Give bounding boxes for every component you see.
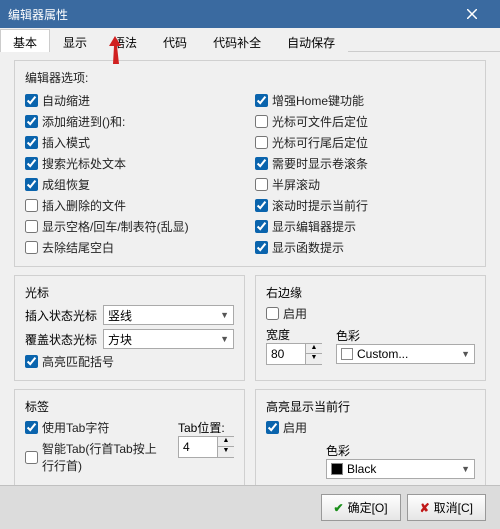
check-icon: ✔ <box>334 501 344 515</box>
cursor-group: 光标 插入状态光标 竖线▼ 覆盖状态光标 方块▼ 高亮匹配括号 <box>14 275 245 381</box>
overwrite-cursor-label: 覆盖状态光标 <box>25 331 97 348</box>
close-button[interactable] <box>452 0 492 28</box>
tab-bar: 基本 显示 语法 代码 代码补全 自动保存 <box>0 28 500 52</box>
annotation-arrow <box>105 36 125 67</box>
option-right-7[interactable]: 显示函数提示 <box>255 239 475 256</box>
margin-heading: 右边缘 <box>266 284 475 301</box>
editor-options-heading: 编辑器选项: <box>25 69 475 86</box>
margin-enable-checkbox[interactable]: 启用 <box>266 305 475 322</box>
ok-button[interactable]: ✔ 确定[O] <box>321 494 401 521</box>
editor-options-group: 编辑器选项: 自动缩进添加缩进到()和: 插入模式搜索光标处文本成组恢复插入删除的… <box>14 60 486 267</box>
close-icon <box>467 9 477 19</box>
highlight-line-heading: 高亮显示当前行 <box>266 398 475 415</box>
tab-group: 标签 使用Tab字符 智能Tab(行首Tab按上行行首) Tab位置: <box>14 389 245 490</box>
spin-down-icon[interactable]: ▼ <box>218 447 234 457</box>
tab-autosave[interactable]: 自动保存 <box>274 29 348 52</box>
highlight-line-enable-checkbox[interactable]: 启用 <box>266 419 475 436</box>
chevron-down-icon: ▼ <box>461 349 470 359</box>
overwrite-cursor-select[interactable]: 方块▼ <box>103 329 234 349</box>
margin-width-spinner[interactable]: ▲▼ <box>266 343 322 365</box>
margin-group: 右边缘 启用 宽度 ▲▼ 色彩 Custom... ▼ <box>255 275 486 381</box>
use-tab-checkbox[interactable]: 使用Tab字符 <box>25 419 168 436</box>
option-right-2[interactable]: 光标可行尾后定位 <box>255 134 475 151</box>
highlight-line-group: 高亮显示当前行 启用 色彩 Black ▼ <box>255 389 486 490</box>
color-swatch-icon <box>341 348 353 360</box>
margin-width-label: 宽度 <box>266 326 322 343</box>
option-right-1[interactable]: 光标可文件后定位 <box>255 113 475 130</box>
insert-cursor-select[interactable]: 竖线▼ <box>103 305 234 325</box>
spin-up-icon[interactable]: ▲ <box>218 437 234 447</box>
tab-code[interactable]: 代码 <box>150 29 200 52</box>
smart-tab-checkbox[interactable]: 智能Tab(行首Tab按上行行首) <box>25 440 168 474</box>
option-right-0[interactable]: 增强Home键功能 <box>255 92 475 109</box>
option-left-5[interactable]: 插入删除的文件 <box>25 197 245 214</box>
cursor-heading: 光标 <box>25 284 234 301</box>
option-left-1[interactable]: 添加缩进到()和: <box>25 113 245 130</box>
chevron-down-icon: ▼ <box>220 334 229 344</box>
highlight-pair-checkbox[interactable]: 高亮匹配括号 <box>25 353 234 370</box>
option-right-4[interactable]: 半屏滚动 <box>255 176 475 193</box>
x-icon: ✘ <box>420 501 430 515</box>
cancel-button[interactable]: ✘ 取消[C] <box>407 494 486 521</box>
option-left-6[interactable]: 显示空格/回车/制表符(乱显) <box>25 218 245 235</box>
option-left-3[interactable]: 搜索光标处文本 <box>25 155 245 172</box>
window-title: 编辑器属性 <box>8 6 68 23</box>
option-left-2[interactable]: 插入模式 <box>25 134 245 151</box>
spin-up-icon[interactable]: ▲ <box>306 344 322 354</box>
tab-pos-label: Tab位置: <box>178 419 234 436</box>
chevron-down-icon: ▼ <box>220 310 229 320</box>
spin-down-icon[interactable]: ▼ <box>306 354 322 364</box>
tab-pos-spinner[interactable]: ▲▼ <box>178 436 234 458</box>
highlight-line-color-label: 色彩 <box>326 442 475 459</box>
option-left-7[interactable]: 去除结尾空白 <box>25 239 245 256</box>
option-right-5[interactable]: 滚动时提示当前行 <box>255 197 475 214</box>
tab-heading: 标签 <box>25 398 234 415</box>
margin-color-select[interactable]: Custom... ▼ <box>336 344 475 364</box>
insert-cursor-label: 插入状态光标 <box>25 307 97 324</box>
chevron-down-icon: ▼ <box>461 464 470 474</box>
option-left-0[interactable]: 自动缩进 <box>25 92 245 109</box>
option-left-4[interactable]: 成组恢复 <box>25 176 245 193</box>
tab-display[interactable]: 显示 <box>50 29 100 52</box>
tab-basic[interactable]: 基本 <box>0 29 50 52</box>
color-swatch-icon <box>331 463 343 475</box>
option-right-3[interactable]: 需要时显示卷滚条 <box>255 155 475 172</box>
margin-color-label: 色彩 <box>336 327 475 344</box>
highlight-line-color-select[interactable]: Black ▼ <box>326 459 475 479</box>
tab-completion[interactable]: 代码补全 <box>200 29 274 52</box>
option-right-6[interactable]: 显示编辑器提示 <box>255 218 475 235</box>
